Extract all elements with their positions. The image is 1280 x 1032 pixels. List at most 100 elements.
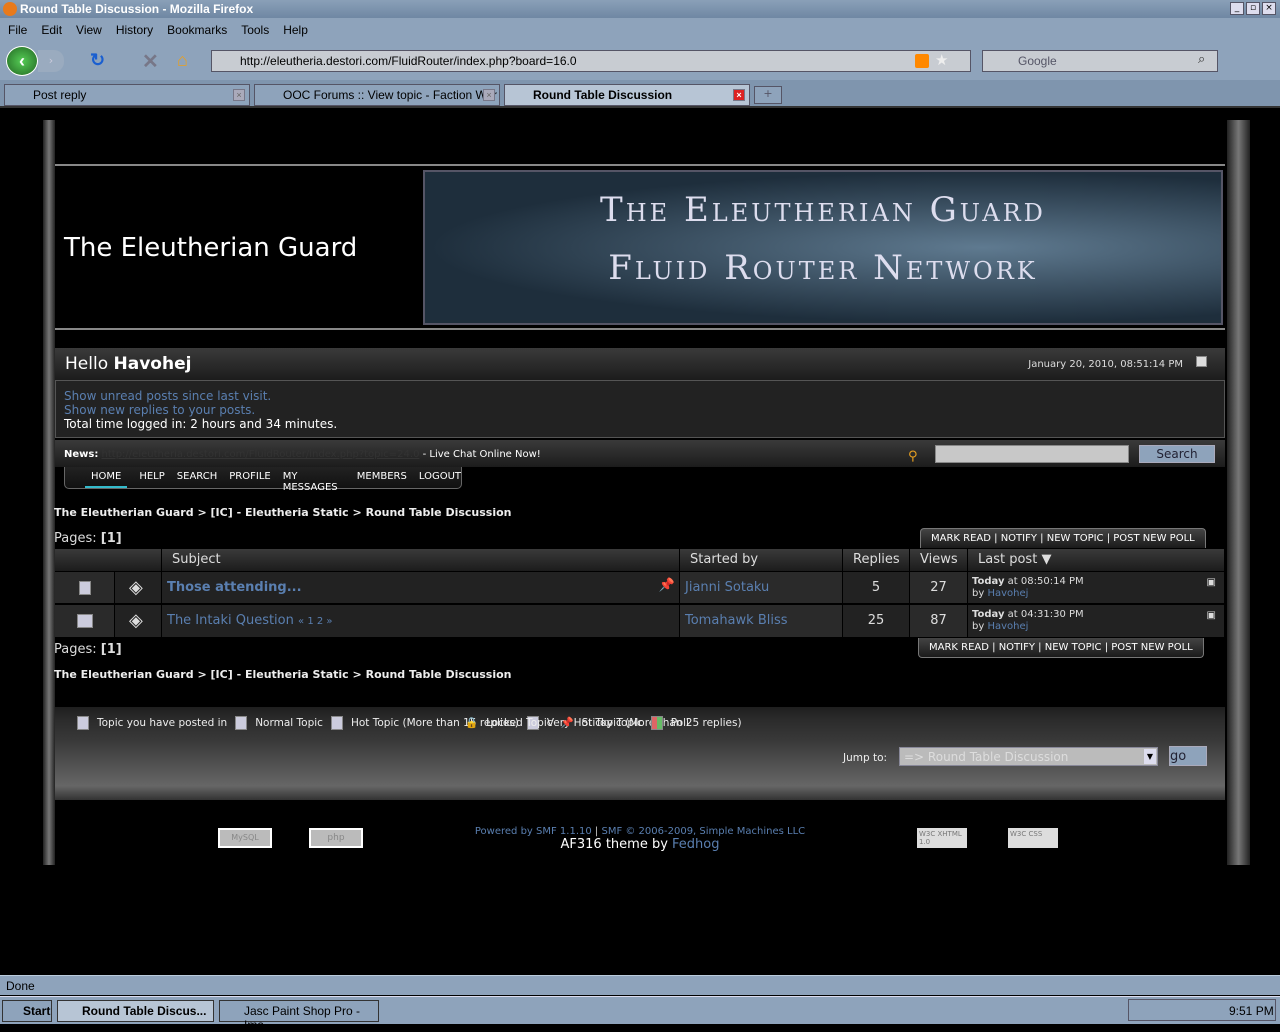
hot-topic-icon bbox=[330, 716, 343, 730]
minimize-button[interactable]: _ bbox=[1230, 2, 1244, 15]
url-bar[interactable]: http://eleutheria.destori.com/FluidRoute… bbox=[211, 50, 971, 72]
start-button[interactable]: Start bbox=[2, 1000, 52, 1022]
pages-top: Pages: [1] bbox=[54, 531, 122, 546]
col-views[interactable]: Views bbox=[910, 549, 968, 571]
search-magnifier-icon[interactable]: ⌕ bbox=[1198, 52, 1205, 67]
page-1-link[interactable]: [1] bbox=[101, 642, 122, 657]
new-tab-button[interactable]: + bbox=[754, 86, 782, 104]
taskbar-label: Jasc Paint Shop Pro - Ima... bbox=[244, 1004, 361, 1032]
topic-pages-links[interactable]: « 1 2 » bbox=[298, 616, 333, 627]
breadcrumb-category[interactable]: [IC] - Eleutheria Static bbox=[211, 668, 349, 681]
pages-label: Pages: bbox=[54, 642, 97, 657]
tab-label: Post reply bbox=[33, 88, 87, 102]
nav-members[interactable]: MEMBERS bbox=[357, 471, 407, 488]
forum-search-input[interactable] bbox=[935, 445, 1129, 463]
mark-read-button[interactable]: MARK READ bbox=[931, 533, 991, 544]
taskbar-item-firefox[interactable]: Round Table Discus... bbox=[57, 1000, 214, 1022]
home-icon[interactable]: ⌂ bbox=[177, 50, 188, 71]
powered-by-link[interactable]: Powered by SMF 1.1.10 bbox=[475, 826, 592, 837]
tab-ooc-forums[interactable]: OOC Forums :: View topic - Faction War .… bbox=[254, 84, 500, 116]
menu-file[interactable]: File bbox=[8, 23, 27, 37]
last-post-day: Today bbox=[972, 576, 1005, 587]
close-tab-icon[interactable]: × bbox=[233, 89, 245, 101]
breadcrumb-category[interactable]: [IC] - Eleutheria Static bbox=[211, 506, 349, 519]
nav-profile[interactable]: PROFILE bbox=[229, 471, 270, 488]
nav-logout[interactable]: LOGOUT bbox=[419, 471, 461, 488]
bookmark-star-icon[interactable]: ★ bbox=[935, 51, 948, 69]
post-new-poll-button[interactable]: POST NEW POLL bbox=[1111, 642, 1192, 653]
mark-read-button[interactable]: MARK READ bbox=[929, 642, 989, 653]
mysql-badge[interactable]: MySQL bbox=[218, 828, 272, 848]
nav-search[interactable]: SEARCH bbox=[177, 471, 217, 488]
breadcrumb-board[interactable]: Round Table Discussion bbox=[366, 668, 512, 681]
news-link[interactable]: http://eleutheria.destori.com/FluidRoute… bbox=[102, 449, 420, 460]
go-button[interactable]: go bbox=[1169, 746, 1207, 766]
nav-home[interactable]: HOME bbox=[85, 471, 128, 488]
close-window-button[interactable]: × bbox=[1262, 2, 1276, 15]
breadcrumb-board[interactable]: Round Table Discussion bbox=[366, 506, 512, 519]
new-topic-button[interactable]: NEW TOPIC bbox=[1045, 642, 1102, 653]
menu-history[interactable]: History bbox=[116, 23, 153, 37]
last-post-icon[interactable]: ▣ bbox=[1207, 610, 1216, 622]
w3c-css-badge[interactable]: W3C CSS bbox=[1008, 828, 1058, 848]
site-title: The Eleutherian Guard bbox=[64, 233, 358, 263]
search-engine-input[interactable]: Google bbox=[982, 50, 1218, 72]
forward-button[interactable]: › bbox=[38, 50, 64, 72]
breadcrumb: The Eleutherian Guard > [IC] - Eleutheri… bbox=[54, 506, 512, 519]
tab-label: Round Table Discussion bbox=[533, 88, 673, 102]
starter-link[interactable]: Tomahawk Bliss bbox=[685, 613, 788, 628]
starter-link[interactable]: Jianni Sotaku bbox=[685, 580, 769, 595]
jump-to-label: Jump to: bbox=[843, 752, 888, 764]
php-badge[interactable]: php bbox=[309, 828, 363, 848]
last-poster-link[interactable]: Havohej bbox=[987, 588, 1028, 599]
notify-button[interactable]: NOTIFY bbox=[1001, 533, 1037, 544]
reload-icon[interactable]: ↻ bbox=[90, 50, 105, 71]
topic-link[interactable]: The Intaki Question bbox=[167, 613, 294, 628]
views-count: 87 bbox=[910, 605, 968, 637]
new-topic-button[interactable]: NEW TOPIC bbox=[1047, 533, 1104, 544]
breadcrumb-home[interactable]: The Eleutherian Guard bbox=[54, 668, 194, 681]
maximize-button[interactable]: ▫ bbox=[1246, 2, 1260, 15]
topic-link[interactable]: Those attending... bbox=[167, 580, 302, 595]
menu-view[interactable]: View bbox=[76, 23, 102, 37]
post-new-poll-button[interactable]: POST NEW POLL bbox=[1113, 533, 1194, 544]
search-button[interactable]: Search bbox=[1139, 445, 1215, 463]
nav-my-messages[interactable]: MY MESSAGES bbox=[283, 471, 345, 493]
tab-round-table[interactable]: Round Table Discussion × bbox=[504, 84, 750, 106]
divider bbox=[55, 328, 1225, 330]
copyright-link[interactable]: SMF © 2006-2009, Simple Machines LLC bbox=[601, 826, 805, 837]
replies-count: 25 bbox=[843, 605, 910, 637]
col-replies[interactable]: Replies bbox=[843, 549, 910, 571]
pages-bottom: Pages: [1] bbox=[54, 642, 122, 657]
menu-tools[interactable]: Tools bbox=[241, 23, 269, 37]
tab-post-reply[interactable]: Post reply × bbox=[4, 84, 250, 106]
close-tab-icon[interactable]: × bbox=[733, 89, 745, 101]
menu-help[interactable]: Help bbox=[283, 23, 308, 37]
close-tab-icon[interactable]: × bbox=[483, 89, 495, 101]
stop-icon[interactable]: ✕ bbox=[142, 49, 159, 74]
menu-edit[interactable]: Edit bbox=[41, 23, 62, 37]
theme-author-link[interactable]: Fedhog bbox=[672, 837, 719, 852]
notify-button[interactable]: NOTIFY bbox=[999, 642, 1035, 653]
breadcrumb-home[interactable]: The Eleutherian Guard bbox=[54, 506, 194, 519]
last-post-icon[interactable]: ▣ bbox=[1207, 577, 1216, 589]
unread-posts-link[interactable]: Show unread posts since last visit. bbox=[64, 389, 1216, 403]
topic-status-icon: ◈ bbox=[129, 577, 143, 598]
menu-bookmarks[interactable]: Bookmarks bbox=[167, 23, 227, 37]
back-button[interactable]: ‹ bbox=[6, 46, 38, 76]
taskbar-item-paintshop[interactable]: Jasc Paint Shop Pro - Ima... bbox=[219, 1000, 379, 1032]
col-last-post[interactable]: Last post ▼ bbox=[968, 549, 1225, 571]
breadcrumb-sep: > bbox=[197, 506, 207, 519]
last-post-time: at 04:31:30 PM bbox=[1004, 609, 1084, 620]
w3c-xhtml-badge[interactable]: W3C XHTML 1.0 bbox=[917, 828, 967, 848]
new-replies-link[interactable]: Show new replies to your posts. bbox=[64, 403, 1216, 417]
page-1-link[interactable]: [1] bbox=[101, 531, 122, 546]
jump-to-select[interactable]: => Round Table Discussion ▼ bbox=[899, 747, 1158, 766]
rss-icon[interactable] bbox=[915, 54, 929, 68]
col-subject[interactable]: Subject bbox=[162, 549, 680, 571]
col-started-by[interactable]: Started by bbox=[680, 549, 843, 571]
chevron-down-icon: ▼ bbox=[1144, 749, 1156, 764]
nav-help[interactable]: HELP bbox=[139, 471, 164, 488]
last-poster-link[interactable]: Havohej bbox=[987, 621, 1028, 632]
collapse-icon[interactable] bbox=[1196, 356, 1207, 367]
